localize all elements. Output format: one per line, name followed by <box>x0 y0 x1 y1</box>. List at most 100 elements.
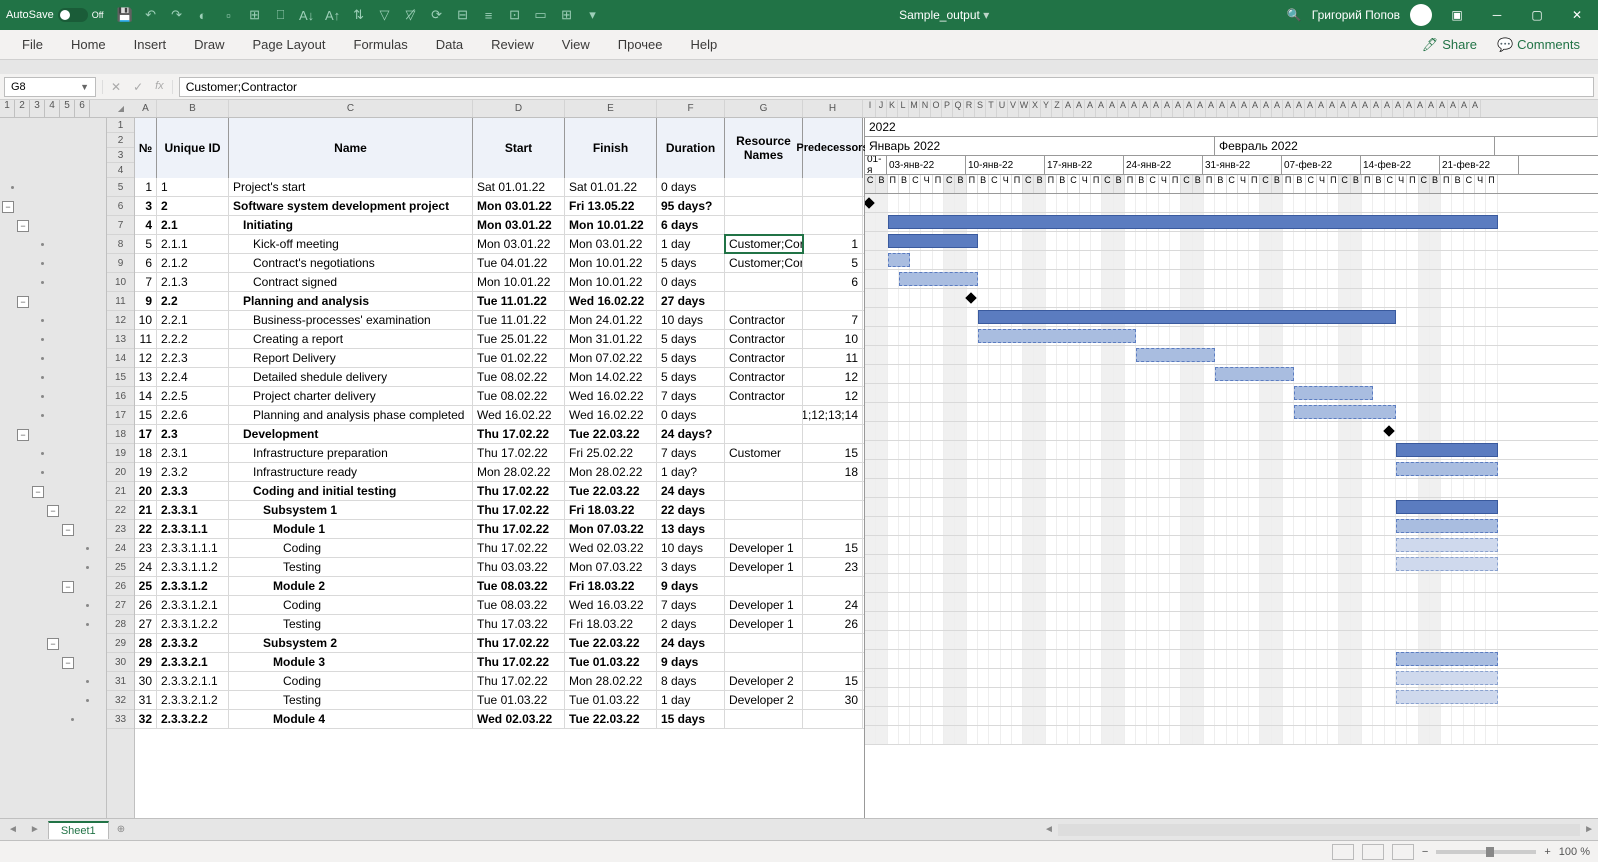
cell[interactable]: 22 days <box>657 501 725 519</box>
tab-draw[interactable]: Draw <box>180 30 238 60</box>
cell[interactable]: Mon 28.02.22 <box>565 463 657 481</box>
gantt-row[interactable] <box>865 536 1598 555</box>
cell[interactable]: 26 <box>135 596 157 614</box>
merge-icon[interactable]: ⊡ <box>506 6 524 24</box>
row-header[interactable]: 26 <box>107 577 134 596</box>
cell[interactable]: 5 days <box>657 254 725 272</box>
cell[interactable]: 2.3.3.2.1.1 <box>157 672 229 690</box>
cell[interactable]: Coding <box>229 596 473 614</box>
table-row[interactable]: 11Project's startSat 01.01.22Sat 01.01.2… <box>135 178 864 197</box>
refresh-icon[interactable]: ⟳ <box>428 6 446 24</box>
outline-collapse-icon[interactable]: − <box>47 505 59 517</box>
cell[interactable] <box>803 634 863 652</box>
zoom-level[interactable]: 100 % <box>1559 846 1590 858</box>
gantt-row[interactable] <box>865 365 1598 384</box>
cell[interactable]: 5 days <box>657 368 725 386</box>
outline-collapse-icon[interactable]: − <box>62 581 74 593</box>
gantt-bar[interactable] <box>1396 443 1498 457</box>
cell[interactable]: 9 days <box>657 653 725 671</box>
gantt-row[interactable] <box>865 574 1598 593</box>
column-header[interactable]: U <box>997 100 1008 117</box>
cell[interactable]: 10 days <box>657 311 725 329</box>
gantt-bar[interactable] <box>1294 405 1396 419</box>
table-row[interactable]: 32Software system development projectMon… <box>135 197 864 216</box>
cell[interactable]: 17 <box>135 425 157 443</box>
zoom-in-icon[interactable]: + <box>1544 846 1550 858</box>
cell[interactable]: Detailed shedule delivery <box>229 368 473 386</box>
cell[interactable]: 5 days <box>657 330 725 348</box>
cell[interactable]: Tue 11.01.22 <box>473 292 565 310</box>
row-header[interactable]: 24 <box>107 539 134 558</box>
cell[interactable]: Mon 28.02.22 <box>473 463 565 481</box>
cell[interactable]: 29 <box>135 653 157 671</box>
gantt-row[interactable] <box>865 555 1598 574</box>
gantt-row[interactable] <box>865 422 1598 441</box>
cell[interactable] <box>803 710 863 728</box>
gantt-bar[interactable] <box>1396 557 1498 571</box>
column-header[interactable]: A <box>1250 100 1261 117</box>
cell[interactable]: Subsystem 1 <box>229 501 473 519</box>
cell[interactable]: Developer 1 <box>725 615 803 633</box>
cell[interactable]: 2.3.3.1.2.1 <box>157 596 229 614</box>
cell[interactable]: 2.2.2 <box>157 330 229 348</box>
cell[interactable]: 25 <box>135 577 157 595</box>
gantt-row[interactable] <box>865 384 1598 403</box>
undo-icon[interactable]: ↶ <box>142 6 160 24</box>
cell[interactable]: Coding <box>229 539 473 557</box>
cell[interactable]: Coding and initial testing <box>229 482 473 500</box>
cell[interactable]: Developer 1 <box>725 558 803 576</box>
cell[interactable]: Tue 11.01.22 <box>473 311 565 329</box>
cell[interactable]: Tue 08.02.22 <box>473 368 565 386</box>
gantt-row[interactable] <box>865 650 1598 669</box>
cell[interactable]: 95 days? <box>657 197 725 215</box>
cell[interactable] <box>725 653 803 671</box>
cell[interactable]: Mon 10.01.22 <box>565 216 657 234</box>
cell[interactable]: 6 days <box>657 216 725 234</box>
row-header[interactable]: 6 <box>107 197 134 216</box>
cell[interactable]: Mon 03.01.22 <box>565 235 657 253</box>
table-row[interactable]: 262.3.3.1.2.1 CodingTue 08.03.22Wed 16.0… <box>135 596 864 615</box>
cell[interactable]: 9 days <box>657 577 725 595</box>
table-row[interactable]: 222.3.3.1.1 Module 1Thu 17.02.22Mon 07.0… <box>135 520 864 539</box>
gantt-row[interactable] <box>865 270 1598 289</box>
cell[interactable]: Mon 10.01.22 <box>473 273 565 291</box>
table-row[interactable]: 172.3 DevelopmentThu 17.02.22Tue 22.03.2… <box>135 425 864 444</box>
gantt-bar[interactable] <box>1396 519 1498 533</box>
table-row[interactable]: 152.2.6 Planning and analysis phase comp… <box>135 406 864 425</box>
column-header[interactable]: A <box>1338 100 1349 117</box>
cell[interactable]: 7 days <box>657 387 725 405</box>
row-header[interactable]: 1 <box>107 118 134 133</box>
horizontal-scrollbar[interactable] <box>1058 824 1580 836</box>
cell[interactable]: Thu 17.02.22 <box>473 653 565 671</box>
cell[interactable]: 18 <box>135 444 157 462</box>
gantt-row[interactable] <box>865 612 1598 631</box>
table-row[interactable]: 102.2.1 Business-processes' examinationT… <box>135 311 864 330</box>
table-row[interactable]: 192.3.2 Infrastructure readyMon 28.02.22… <box>135 463 864 482</box>
search-icon[interactable]: 🔍 <box>1287 8 1302 22</box>
cell[interactable]: 2.3.3.1 <box>157 501 229 519</box>
cell[interactable]: 2.2.4 <box>157 368 229 386</box>
cell[interactable]: 1 <box>803 235 863 253</box>
gantt-bar[interactable] <box>1396 690 1498 704</box>
cell[interactable] <box>803 653 863 671</box>
cell[interactable] <box>725 197 803 215</box>
column-header[interactable]: A <box>1294 100 1305 117</box>
cell[interactable]: 2.3.3.2.1 <box>157 653 229 671</box>
column-header[interactable]: N <box>920 100 931 117</box>
column-header[interactable]: A <box>1404 100 1415 117</box>
cell[interactable]: 23 <box>803 558 863 576</box>
cell[interactable]: Tue 08.03.22 <box>473 577 565 595</box>
cell[interactable] <box>725 463 803 481</box>
outline-level-5[interactable]: 5 <box>60 100 75 117</box>
cell[interactable]: 24 <box>135 558 157 576</box>
cell[interactable]: 15 <box>803 444 863 462</box>
tab-insert[interactable]: Insert <box>120 30 181 60</box>
cell[interactable]: Mon 10.01.22 <box>565 273 657 291</box>
table-row[interactable]: 42.1 InitiatingMon 03.01.22Mon 10.01.226… <box>135 216 864 235</box>
cell[interactable] <box>725 273 803 291</box>
table-row[interactable]: 242.3.3.1.1.2 TestingThu 03.03.22Mon 07.… <box>135 558 864 577</box>
column-header[interactable]: A <box>1140 100 1151 117</box>
cell[interactable]: Contract's negotiations <box>229 254 473 272</box>
cell[interactable]: 2.3.3 <box>157 482 229 500</box>
column-header[interactable]: T <box>986 100 997 117</box>
